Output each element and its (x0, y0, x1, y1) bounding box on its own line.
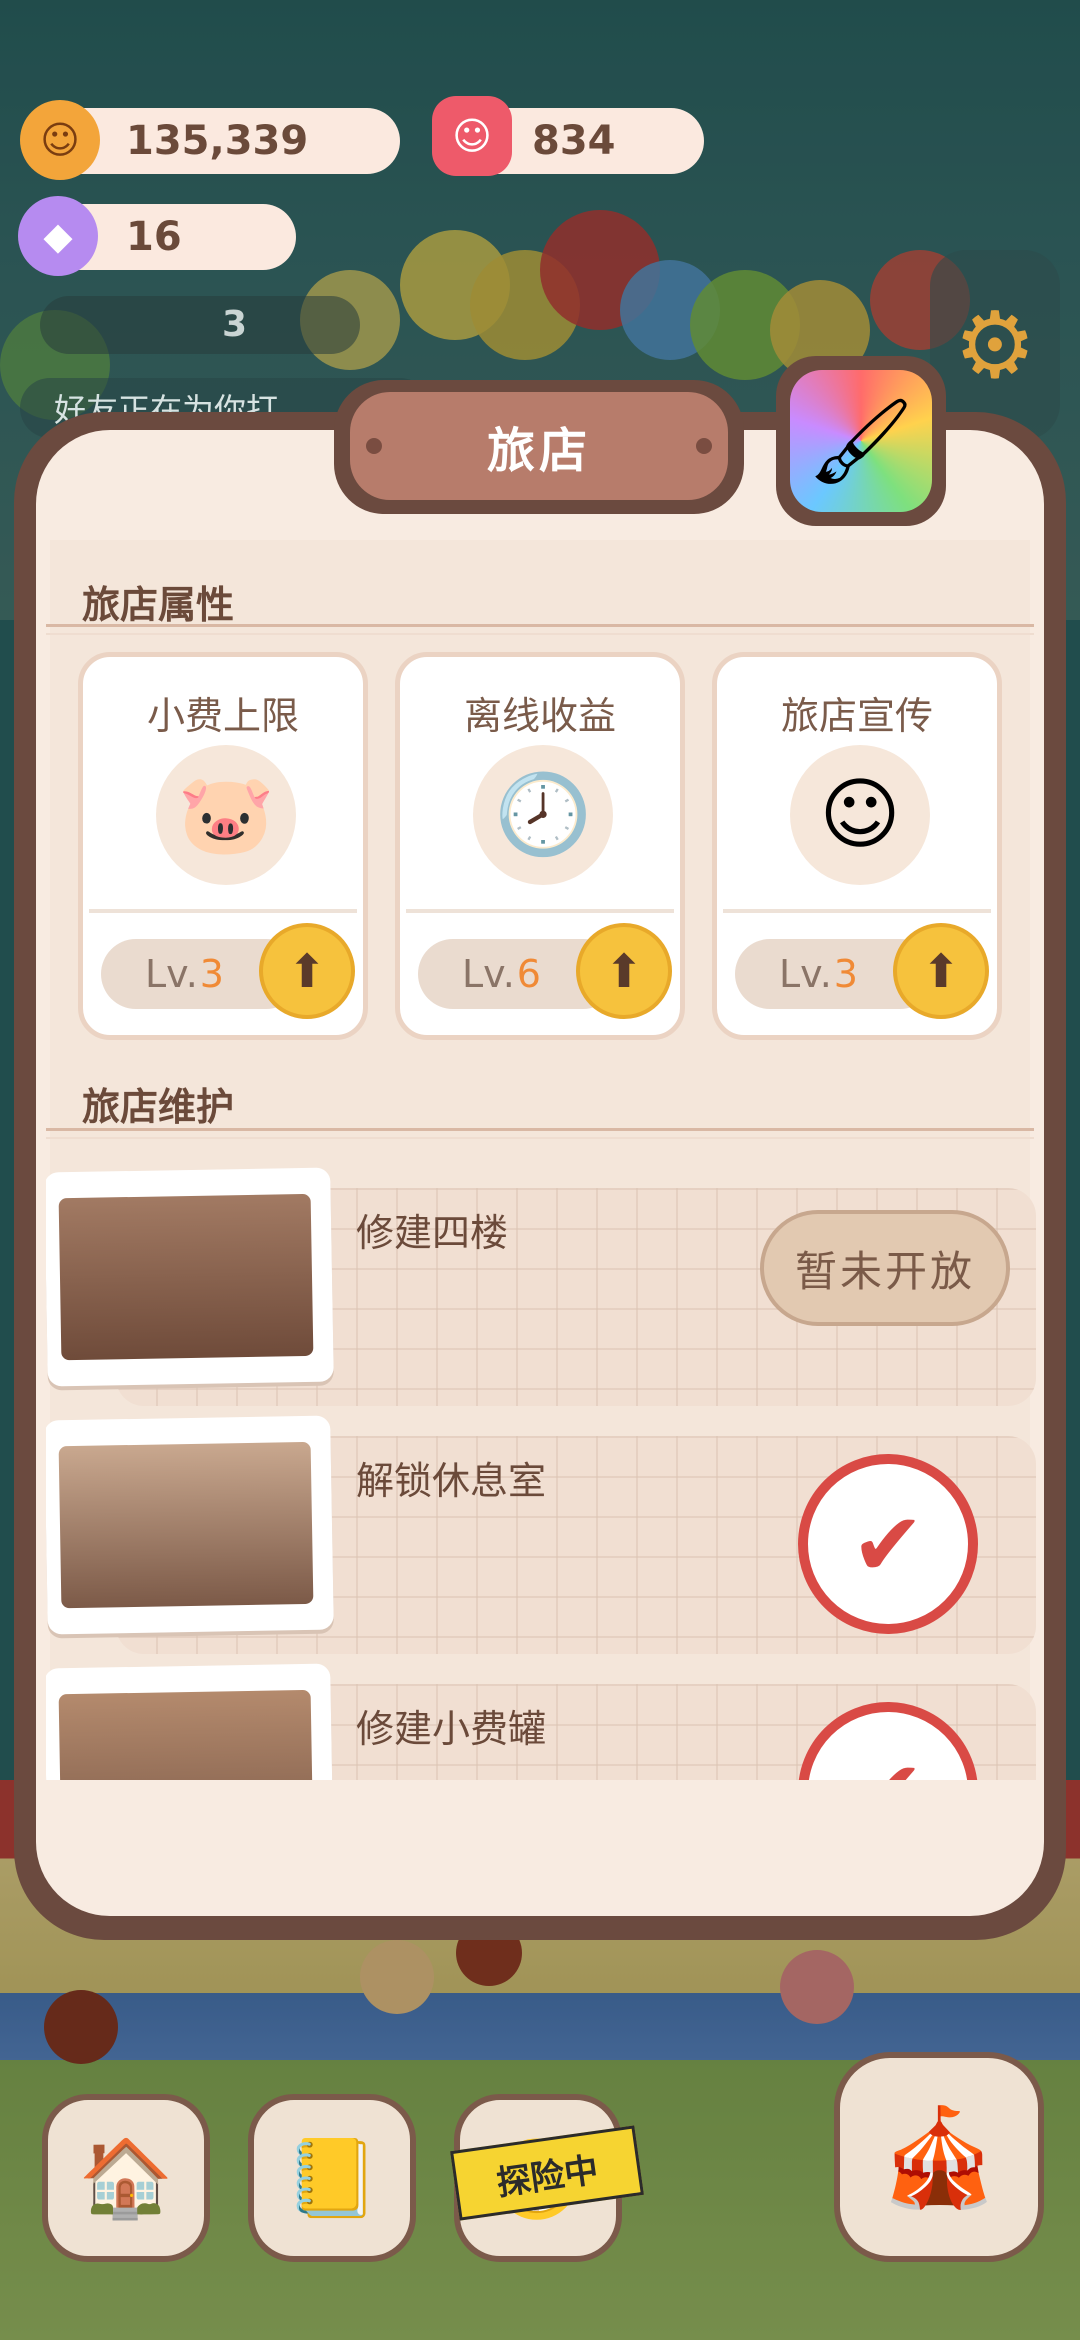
friend-count-bar (40, 296, 360, 354)
attr-name: 小费上限 (146, 694, 299, 738)
level-prefix: Lv. (145, 952, 198, 996)
cookie-count: 135,339 (126, 118, 309, 164)
thumbnail-frame (46, 1415, 334, 1635)
card-divider (723, 909, 991, 913)
candy-icon: ◆ (18, 196, 98, 276)
mascots-icon: ☺ (790, 745, 930, 885)
level-value: 3 (833, 952, 858, 996)
candy-count: 16 (126, 214, 182, 260)
not-open-button[interactable]: 暂未开放 (760, 1210, 1010, 1326)
candle-icon: ☺ (432, 96, 512, 176)
level-value: 3 (199, 952, 224, 996)
row-title: 解锁休息室 (356, 1459, 547, 1503)
tip-jar-thumbnail (58, 1689, 314, 1780)
friend-count: 3 (222, 304, 248, 345)
row-title: 修建小费罐 (356, 1707, 547, 1751)
card-divider (89, 909, 357, 913)
attr-card-promotion: 旅店宣传 ☺ Lv. 3 ⬆ (712, 652, 1002, 1040)
cookie-icon: ☺ (20, 100, 100, 180)
section-divider (46, 624, 1034, 635)
hotel-nav-button[interactable]: 🏠 (42, 2094, 210, 2262)
thumbnail-frame (46, 1167, 334, 1387)
attr-card-offline-income: 离线收益 🕗 Lv. 6 ⬆ (395, 652, 685, 1040)
maintenance-section-title: 旅店维护 (82, 1085, 235, 1129)
nail-icon (696, 438, 712, 454)
level-value: 6 (516, 952, 541, 996)
upgrade-arrow-icon[interactable]: ⬆ (259, 923, 355, 1019)
row-title: 修建四楼 (356, 1211, 509, 1255)
card-divider (406, 909, 674, 913)
circus-tent-icon: 🎪 (879, 2100, 999, 2213)
level-prefix: Lv. (779, 952, 832, 996)
upgrade-arrow-icon[interactable]: ⬆ (576, 923, 672, 1019)
candle-count: 834 (532, 118, 616, 164)
piggy-bank-icon: 🐷 (156, 745, 296, 885)
clock-icon: 🕗 (473, 745, 613, 885)
fourth-floor-thumbnail (58, 1193, 314, 1361)
section-divider (46, 1128, 1034, 1139)
maintenance-list[interactable]: 修建四楼 暂未开放 解锁休息室 ✔ 修建小费罐 ✔ (46, 1160, 1044, 1780)
attr-name: 离线收益 (463, 694, 616, 738)
paint-brush-icon[interactable]: 🖌 (790, 370, 932, 512)
completed-stamp-icon: ✔ (798, 1454, 978, 1634)
attr-name: 旅店宣传 (780, 694, 933, 738)
lounge-thumbnail (58, 1441, 314, 1609)
notebook-nav-button[interactable]: 📒 (248, 2094, 416, 2262)
attributes-section-title: 旅店属性 (82, 583, 235, 627)
upgrade-arrow-icon[interactable]: ⬆ (893, 923, 989, 1019)
attr-card-tip-limit: 小费上限 🐷 Lv. 3 ⬆ (78, 652, 368, 1040)
thumbnail-frame (46, 1663, 334, 1780)
circus-nav-button[interactable]: 🎪 (834, 2052, 1044, 2262)
notebook-heart-icon: 📒 (284, 2133, 380, 2222)
hotel-icon: 🏠 (78, 2133, 174, 2222)
panel-title: 旅店 (350, 392, 728, 500)
level-prefix: Lv. (462, 952, 515, 996)
nail-icon (366, 438, 382, 454)
